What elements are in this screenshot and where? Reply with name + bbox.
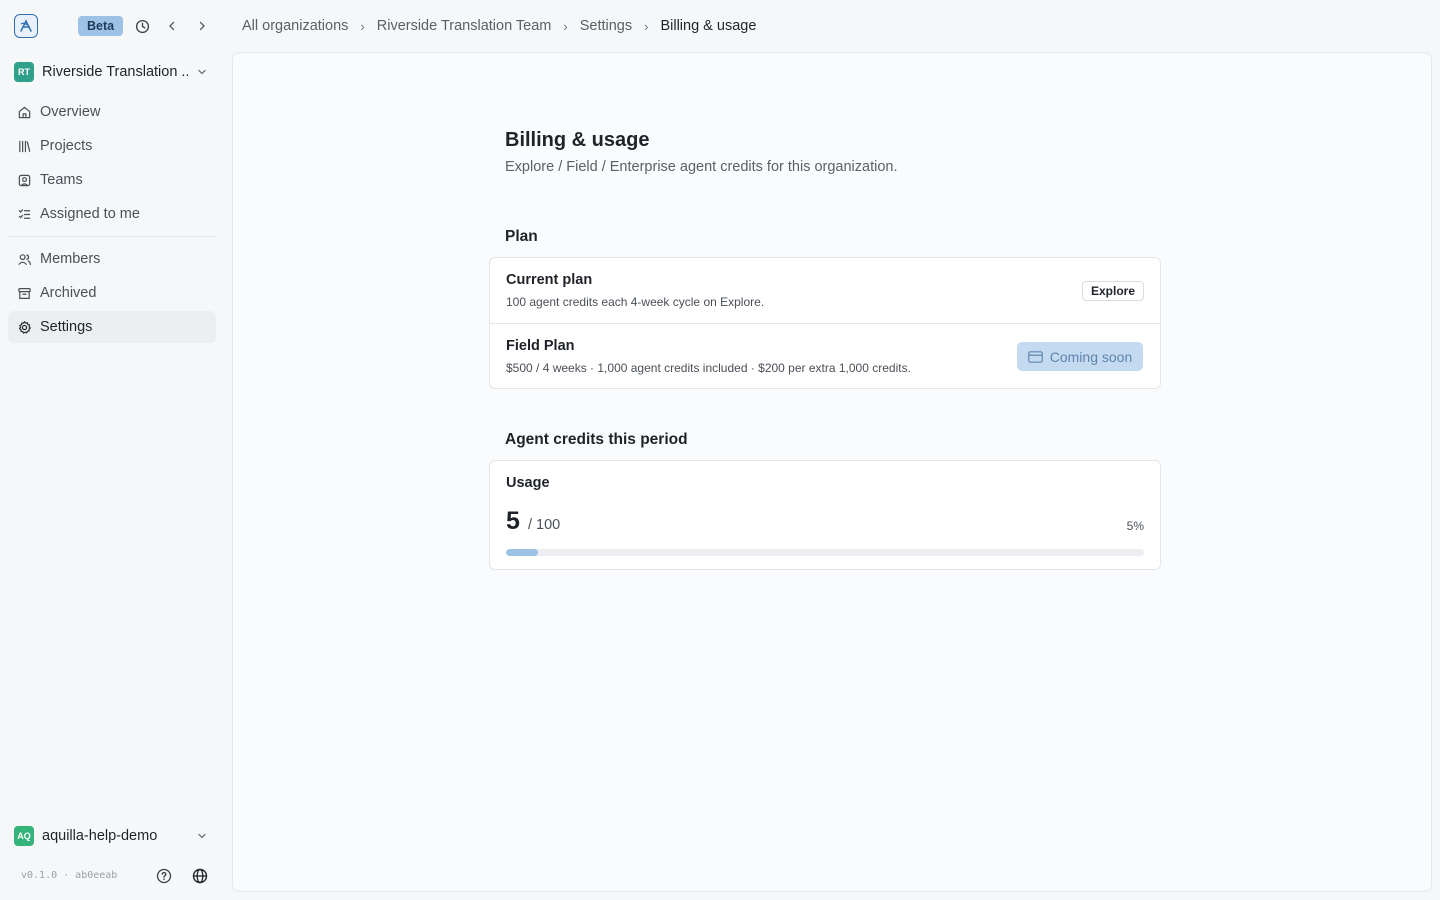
home-icon [16, 104, 32, 120]
usage-progress-bar [506, 549, 1144, 556]
coming-soon-button[interactable]: Coming soon [1017, 342, 1143, 371]
library-icon [16, 138, 32, 154]
field-plan-title: Field Plan [506, 338, 575, 354]
chevron-down-icon [196, 65, 208, 83]
usage-progress-fill [506, 549, 538, 556]
chevron-down-icon [196, 829, 208, 847]
gear-icon [16, 319, 32, 335]
coming-soon-label: Coming soon [1049, 348, 1133, 365]
credits-percent: 5% [1126, 519, 1144, 533]
plan-section-title: Plan [505, 228, 538, 245]
field-plan-description: $500 / 4 weeks · 1,000 agent credits inc… [506, 361, 911, 375]
current-plan-description: 100 agent credits each 4-week cycle on E… [506, 295, 765, 309]
app-logo-icon[interactable] [14, 14, 38, 38]
sidebar-divider [8, 236, 216, 237]
app-version: v0.1.0 · ab0eeab [21, 870, 118, 881]
org-switcher[interactable]: RT Riverside Translation ... [8, 56, 216, 88]
archive-icon [16, 285, 32, 301]
sidebar-item-settings[interactable]: Settings [8, 311, 216, 343]
current-plan-badge: Explore [1081, 281, 1144, 301]
usage-card: Usage 5 / 100 5% [489, 460, 1161, 570]
org-avatar: RT [14, 62, 34, 82]
sidebar-item-label: Members [40, 251, 101, 267]
team-icon [16, 172, 32, 188]
beta-badge: Beta [78, 16, 124, 36]
back-arrow-icon[interactable] [163, 17, 181, 35]
account-switcher[interactable]: AQ aquilla-help-demo [8, 820, 216, 852]
sidebar-item-label: Projects [40, 138, 93, 154]
users-icon [16, 251, 32, 267]
forward-arrow-icon[interactable] [193, 17, 211, 35]
sidebar-item-members[interactable]: Members [8, 243, 216, 275]
usage-title: Usage [506, 475, 550, 491]
page-subtitle: Explore / Field / Enterprise agent credi… [505, 159, 898, 175]
breadcrumb-organization[interactable]: Riverside Translation Team [377, 18, 552, 34]
top-bar: Beta All organizations › Riverside Trans… [0, 0, 1440, 52]
org-name: Riverside Translation ... [42, 64, 188, 80]
sidebar-item-label: Teams [40, 172, 83, 188]
plan-card: Current plan 100 agent credits each 4-we… [489, 257, 1161, 389]
sidebar-item-overview[interactable]: Overview [8, 96, 216, 128]
sidebar-item-assigned-to-me[interactable]: Assigned to me [8, 198, 216, 230]
credits-used: 5 [506, 507, 520, 535]
sidebar-item-label: Settings [40, 319, 93, 335]
sidebar-item-projects[interactable]: Projects [8, 130, 216, 162]
globe-icon[interactable] [191, 867, 209, 885]
sidebar-item-label: Overview [40, 104, 101, 120]
credits-section-title: Agent credits this period [505, 431, 688, 448]
breadcrumb: All organizations › Riverside Translatio… [242, 17, 756, 35]
breadcrumb-separator: › [563, 18, 568, 34]
page-title: Billing & usage [505, 129, 650, 151]
breadcrumb-settings[interactable]: Settings [580, 18, 632, 34]
field-plan-row: Field Plan $500 / 4 weeks · 1,000 agent … [490, 323, 1160, 388]
user-avatar: AQ [14, 826, 34, 846]
main-panel: Billing & usage Explore / Field / Enterp… [232, 52, 1432, 892]
breadcrumb-current: Billing & usage [660, 18, 757, 34]
breadcrumb-all-organizations[interactable]: All organizations [242, 18, 348, 34]
credit-card-icon [1027, 350, 1043, 363]
breadcrumb-separator: › [644, 18, 649, 34]
current-plan-title: Current plan [506, 272, 593, 288]
current-plan-row: Current plan 100 agent credits each 4-we… [490, 258, 1160, 323]
history-icon[interactable] [133, 17, 151, 35]
breadcrumb-separator: › [360, 18, 365, 34]
sidebar: RT Riverside Translation ... Overview Pr… [0, 52, 232, 900]
help-icon[interactable] [155, 867, 173, 885]
credits-total: / 100 [528, 517, 561, 533]
sidebar-item-teams[interactable]: Teams [8, 164, 216, 196]
checklist-icon [16, 206, 32, 222]
sidebar-item-label: Assigned to me [40, 206, 140, 222]
user-name: aquilla-help-demo [42, 828, 158, 844]
sidebar-item-label: Archived [40, 285, 97, 301]
sidebar-item-archived[interactable]: Archived [8, 277, 216, 309]
